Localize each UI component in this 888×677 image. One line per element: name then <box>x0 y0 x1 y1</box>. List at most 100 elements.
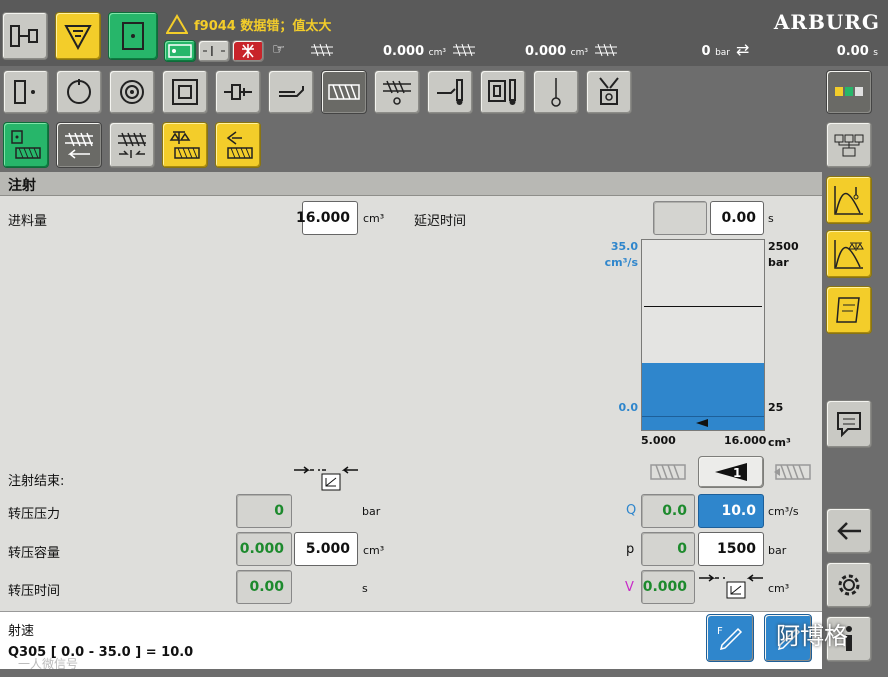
dosing-unit: cm³ <box>363 212 385 225</box>
structure-tree-icon <box>834 134 864 157</box>
mold-status-button[interactable] <box>108 12 158 60</box>
injection-screw-icon <box>328 84 360 100</box>
status-value-2: 0.000 cm³ <box>525 44 588 59</box>
machine-overview-button[interactable] <box>2 12 48 60</box>
alarm-bar: f9044 数据错；值太大 <box>162 12 766 36</box>
graph-curve-icon <box>834 186 863 215</box>
chart-pressure-line <box>644 305 762 307</box>
screw-forward-icon <box>450 41 480 61</box>
tool-gripper-button[interactable] <box>586 70 632 114</box>
warning-funnel-icon <box>64 25 92 50</box>
footer-panel <box>0 611 822 669</box>
step-triangle-icon: 1 <box>715 463 747 481</box>
spiral-icon <box>120 80 144 104</box>
scroll-notes-icon <box>836 297 860 323</box>
status-value-3: 0 bar <box>701 44 730 59</box>
screw-back-disabled-icon[interactable] <box>772 460 816 486</box>
chart-x-left: 5.000 <box>641 434 676 447</box>
switch-time-unit: s <box>362 582 368 595</box>
mold-temperature-icon <box>488 79 516 105</box>
cycle-circle-icon <box>67 79 91 104</box>
v-switchover-icon <box>697 570 767 604</box>
sub-decompression-button[interactable] <box>215 122 261 168</box>
clamp-icon <box>172 79 198 105</box>
sidebar-balance-graph-button[interactable] <box>826 230 872 278</box>
svg-text:I: I <box>210 45 214 59</box>
screw-retract-icon <box>308 41 338 61</box>
sub-balance-button[interactable] <box>162 122 208 168</box>
sidebar-settings-button[interactable] <box>826 562 872 608</box>
footer-title: 射速 <box>8 624 35 639</box>
screw-forward-disabled-icon[interactable] <box>648 460 688 486</box>
sidebar-message-button[interactable] <box>826 400 872 448</box>
chart-y-left-unit: cm³/s <box>604 256 638 269</box>
nozzle-temperature-icon <box>437 79 463 105</box>
alarm-triangle-button[interactable] <box>55 12 101 60</box>
chart-y-right-unit: bar <box>768 256 789 269</box>
ejector-icon <box>224 84 252 100</box>
sub-holding-button[interactable] <box>109 122 155 168</box>
tool-nozzle-button[interactable] <box>268 70 314 114</box>
dosing-input[interactable]: 16.000 <box>296 201 358 235</box>
pressure-icon <box>592 41 622 61</box>
q-unit: cm³/s <box>768 505 799 518</box>
sidebar-notes-button[interactable] <box>826 286 872 334</box>
input-mode-icon[interactable]: I <box>198 40 230 62</box>
p-actual: 0 <box>641 532 695 566</box>
step-selector-button[interactable]: 1 <box>698 456 764 488</box>
tool-temp-mold-button[interactable] <box>480 70 526 114</box>
tool-clamp-button[interactable] <box>162 70 208 114</box>
dosing-label: 进料量 <box>8 214 48 229</box>
operation-card-icon[interactable] <box>164 40 196 62</box>
tool-mold-button[interactable] <box>3 70 49 114</box>
switch-volume-input[interactable]: 5.000 <box>294 532 358 566</box>
section-title-bar: 注射 <box>0 172 822 196</box>
gripper-icon <box>599 77 619 105</box>
chart-cursor-icon <box>696 419 708 427</box>
delay-unit: s <box>768 212 774 225</box>
tool-ejector-button[interactable] <box>215 70 261 114</box>
footer-edit-button-1[interactable]: F <box>706 614 754 662</box>
sidebar-structure-button[interactable] <box>826 122 872 168</box>
delay-input[interactable]: 0.00 <box>710 201 764 235</box>
v-actual: 0.000 <box>641 570 695 604</box>
q-input[interactable]: 10.0 <box>698 494 764 528</box>
v-unit: cm³ <box>768 582 790 595</box>
switch-pressure-unit: bar <box>362 505 381 518</box>
p-label: p <box>626 542 635 557</box>
switchover-icon <box>292 462 362 492</box>
sub-injection-unit-button[interactable] <box>3 122 49 168</box>
injection-chart <box>641 239 765 431</box>
sidebar-display-button[interactable] <box>826 70 872 114</box>
watermark-right: 阿博格 <box>776 622 848 650</box>
heating-icon[interactable] <box>232 40 264 62</box>
p-unit: bar <box>768 544 787 557</box>
thermometer-icon <box>551 78 561 107</box>
delay-label: 延迟时间 <box>414 214 467 229</box>
bottom-edge <box>0 669 822 677</box>
sidebar-graph-button[interactable] <box>826 176 872 224</box>
chart-y-right-top: 2500 <box>768 240 799 253</box>
switch-volume-label: 转压容量 <box>8 546 61 561</box>
message-icon <box>837 412 861 438</box>
mold-door-icon <box>122 22 144 50</box>
nozzle-icon <box>279 86 304 97</box>
hand-mode-icon: ☞ <box>272 40 286 58</box>
q-label: Q <box>626 503 637 518</box>
p-input[interactable]: 1500 <box>698 532 764 566</box>
brand-logo: ARBURG <box>773 10 880 34</box>
sub-injection-button[interactable] <box>56 122 102 168</box>
tool-temp-nozzle-button[interactable] <box>427 70 473 114</box>
holding-pressure-icon <box>118 132 146 158</box>
sidebar-back-button[interactable] <box>826 508 872 554</box>
tool-spiral-button[interactable] <box>109 70 155 114</box>
alarm-text[interactable]: f9044 数据错；值太大 <box>194 15 331 34</box>
tool-thermometer-button[interactable] <box>533 70 579 114</box>
display-mode-icon <box>835 87 863 96</box>
tool-dosing-button[interactable] <box>374 70 420 114</box>
tool-injection-button[interactable] <box>321 70 367 114</box>
chart-y-left-top: 35.0 <box>610 240 638 253</box>
v-label: V <box>625 580 634 595</box>
svg-text:F: F <box>717 626 723 637</box>
tool-cycle-button[interactable] <box>56 70 102 114</box>
